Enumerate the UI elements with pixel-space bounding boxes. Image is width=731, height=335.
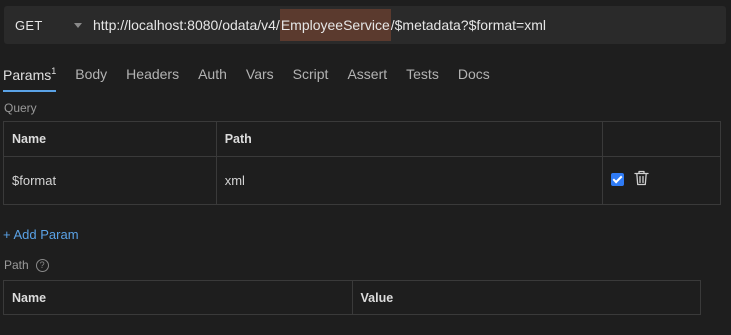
table-row: $format xml — [3, 156, 721, 205]
tab-assert[interactable]: Assert — [347, 60, 387, 92]
add-param-button[interactable]: + Add Param — [3, 227, 79, 242]
tab-auth[interactable]: Auth — [198, 60, 227, 92]
tab-vars[interactable]: Vars — [246, 60, 274, 92]
chevron-down-icon — [74, 22, 82, 28]
url-prefix: http://localhost:8080/odata/v4/ — [93, 17, 280, 33]
query-col-actions — [602, 121, 721, 157]
query-params-table: Name Path $format xml — [3, 121, 721, 205]
param-value: xml — [224, 173, 245, 188]
path-section-title: Path — [4, 258, 29, 272]
param-name: $format — [12, 173, 57, 188]
query-header-row: Name Path — [3, 121, 721, 157]
url-highlight: EmployeeService — [279, 9, 391, 41]
tab-script[interactable]: Script — [293, 60, 329, 92]
trash-icon[interactable] — [634, 170, 649, 189]
path-col-value: Value — [351, 280, 701, 315]
tab-body[interactable]: Body — [75, 60, 107, 92]
request-tabs: Params1 Body Headers Auth Vars Script As… — [0, 60, 509, 92]
tab-docs[interactable]: Docs — [458, 60, 490, 92]
path-col-name: Name — [3, 280, 353, 315]
param-actions — [602, 156, 721, 205]
tab-tests[interactable]: Tests — [406, 60, 439, 92]
path-header-row: Name Value — [3, 280, 701, 315]
query-section-title: Query — [4, 101, 37, 115]
tab-params-badge: 1 — [51, 66, 57, 76]
help-icon[interactable]: ? — [35, 259, 49, 273]
param-value-cell[interactable]: xml — [215, 156, 604, 205]
param-name-cell[interactable]: $format — [3, 156, 217, 205]
path-section-header: Path? — [4, 258, 49, 273]
tab-params-label: Params — [3, 67, 52, 83]
tab-params[interactable]: Params1 — [3, 60, 57, 92]
url-input[interactable]: http://localhost:8080/odata/v4/EmployeeS… — [88, 9, 546, 41]
url-bar: GET http://localhost:8080/odata/v4/Emplo… — [4, 6, 726, 44]
url-suffix: /$metadata?$format=xml — [390, 17, 546, 33]
query-col-path: Path — [215, 121, 604, 157]
tab-headers[interactable]: Headers — [126, 60, 179, 92]
param-enabled-checkbox[interactable] — [611, 173, 625, 186]
method-select[interactable]: GET — [4, 6, 88, 44]
query-col-name: Name — [3, 121, 217, 157]
method-label: GET — [15, 17, 43, 33]
path-params-table: Name Value — [3, 280, 701, 315]
